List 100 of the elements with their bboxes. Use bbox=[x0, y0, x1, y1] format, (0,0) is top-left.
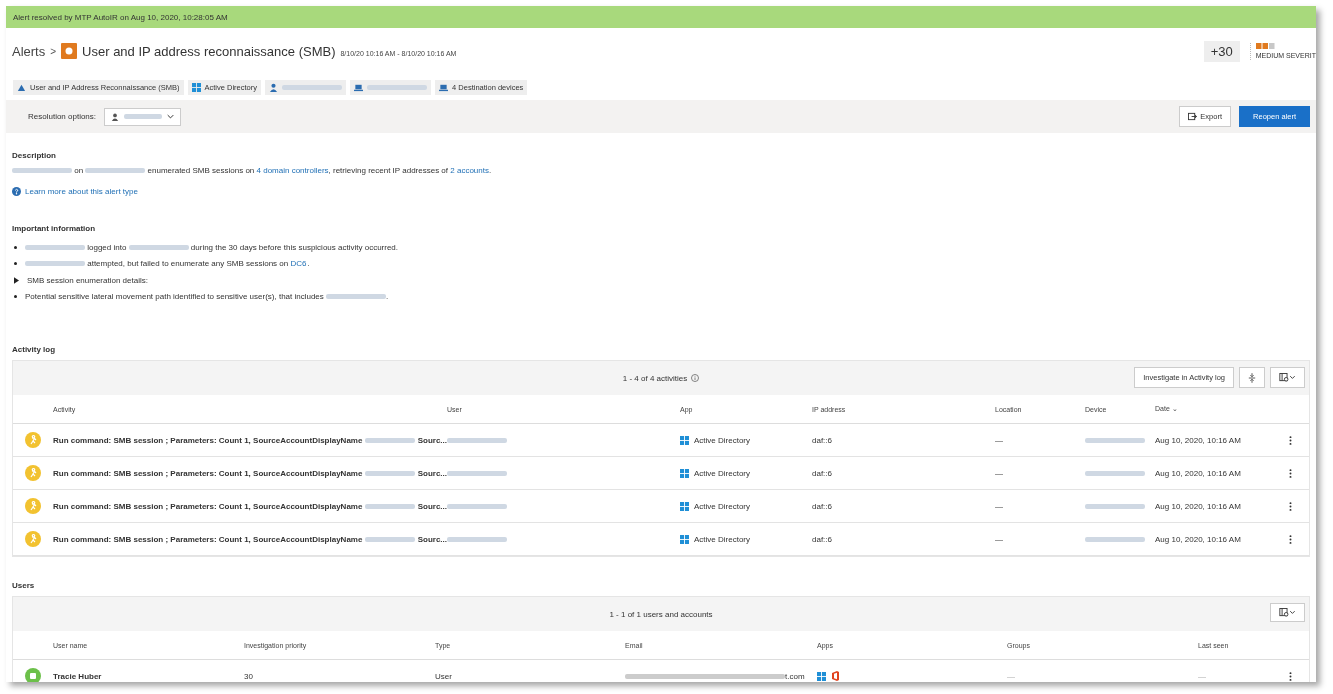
app-name: Active Directory bbox=[694, 501, 750, 511]
bullet-icon bbox=[14, 245, 17, 249]
ip-cell-text: daf::6 bbox=[812, 435, 833, 445]
more-options-icon[interactable] bbox=[1289, 533, 1292, 545]
info-link[interactable]: DC6 bbox=[290, 259, 307, 269]
priority-cell-text: 30 bbox=[244, 671, 254, 681]
more-options-icon[interactable] bbox=[1289, 500, 1292, 512]
redacted-text bbox=[447, 470, 507, 476]
location-cell-text: — bbox=[995, 501, 1004, 511]
user-name[interactable]: Tracie Huber bbox=[53, 671, 244, 681]
location-cell-text: — bbox=[995, 435, 1004, 445]
section-heading: Description bbox=[12, 151, 57, 160]
user-icon bbox=[269, 82, 279, 92]
bullet-icon bbox=[14, 295, 17, 299]
caret-right-icon[interactable] bbox=[14, 276, 19, 284]
app-name: Active Directory bbox=[694, 468, 750, 478]
section-heading: Important information bbox=[12, 224, 97, 233]
app-name: Active Directory bbox=[694, 435, 750, 445]
section-heading: Activity log bbox=[12, 345, 57, 354]
running-figure-icon bbox=[25, 531, 41, 547]
description-fragment: on bbox=[73, 166, 85, 175]
date-cell-text: Aug 10, 2020, 10:16 AM bbox=[1155, 501, 1242, 511]
activity-text: Run command: SMB session ; Parameters: Count 1, SourceAccountDisplayName bbox=[53, 534, 363, 544]
laptop-icon bbox=[354, 82, 364, 92]
alert-tag-icon bbox=[17, 82, 26, 92]
redacted-text bbox=[124, 114, 163, 119]
windows-icon bbox=[680, 435, 689, 445]
entity-tag[interactable] bbox=[350, 79, 432, 95]
ip-cell-text: daf::6 bbox=[812, 534, 833, 544]
alert-title: User and IP address reconnaissance (SMB) bbox=[82, 43, 336, 59]
alert-icon bbox=[61, 43, 78, 59]
breadcrumb-link[interactable]: Alerts bbox=[12, 43, 46, 59]
last-seen-cell-text: — bbox=[1198, 671, 1207, 681]
more-options-icon[interactable] bbox=[1289, 467, 1292, 479]
chevron-down-icon bbox=[167, 114, 175, 119]
person-icon bbox=[111, 112, 120, 121]
info-text: Potential sensitive lateral movement path identified to sensitive user(s), that includes bbox=[25, 292, 325, 302]
redacted-text bbox=[364, 503, 416, 509]
bullet-icon bbox=[14, 262, 17, 266]
export-icon bbox=[1188, 112, 1198, 121]
redacted-text bbox=[1085, 470, 1145, 476]
laptop-icon bbox=[439, 82, 449, 92]
windows-icon bbox=[680, 468, 689, 478]
date-cell-text: Aug 10, 2020, 10:16 AM bbox=[1155, 435, 1242, 445]
description-fragment: . bbox=[488, 166, 492, 175]
activity-text: Sourc... bbox=[417, 435, 447, 445]
redacted-text bbox=[1085, 503, 1145, 509]
activity-text: Run command: SMB session ; Parameters: Count 1, SourceAccountDisplayName bbox=[53, 468, 363, 478]
help-icon bbox=[12, 187, 21, 196]
breadcrumb-separator: > bbox=[50, 45, 57, 57]
running-figure-icon bbox=[25, 465, 41, 481]
banner-text: Alert resolved by MTP AutoIR on Aug 10, 2020, 10:28:05 AM bbox=[13, 12, 228, 22]
score-badge: +30 bbox=[1203, 40, 1240, 62]
windows-icon bbox=[817, 671, 826, 681]
users-count: 1 - 1 of 1 users and accounts bbox=[609, 609, 713, 619]
running-figure-icon bbox=[25, 432, 41, 448]
date-cell-text: Aug 10, 2020, 10:16 AM bbox=[1155, 468, 1242, 478]
column-options-button[interactable] bbox=[1270, 367, 1305, 388]
collapse-button[interactable] bbox=[1239, 367, 1265, 388]
redacted-text bbox=[1085, 437, 1145, 443]
columns-settings-icon bbox=[1279, 608, 1296, 617]
windows-icon bbox=[191, 82, 201, 92]
resolution-label: Resolution options: bbox=[28, 112, 97, 121]
windows-icon bbox=[680, 501, 689, 511]
redacted-text bbox=[25, 244, 85, 250]
app-name: Active Directory bbox=[694, 534, 750, 544]
activity-text: Sourc... bbox=[417, 501, 447, 511]
groups-cell-text: — bbox=[1007, 671, 1016, 681]
info-text: during the 30 days before this suspicious activity occurred. bbox=[189, 242, 399, 252]
column-options-button[interactable] bbox=[1270, 603, 1305, 622]
description-fragment: enumerated SMB sessions on bbox=[146, 166, 256, 175]
redacted-text bbox=[12, 168, 72, 173]
ip-cell-text: daf::6 bbox=[812, 501, 833, 511]
redacted-text bbox=[364, 536, 416, 542]
running-figure-icon bbox=[25, 498, 41, 514]
description-link[interactable]: 2 accounts bbox=[450, 166, 489, 175]
collapse-icon bbox=[1248, 372, 1256, 383]
windows-icon bbox=[680, 534, 689, 544]
learn-more-link[interactable]: Learn more about this alert type bbox=[25, 187, 138, 196]
email-cell: t.com bbox=[785, 671, 805, 681]
location-cell-text: — bbox=[995, 468, 1004, 478]
redacted-text bbox=[85, 168, 146, 173]
info-text: . bbox=[307, 259, 310, 269]
redacted-text bbox=[447, 536, 507, 542]
activity-text: Sourc... bbox=[417, 468, 447, 478]
more-options-icon[interactable] bbox=[1289, 434, 1292, 446]
type-cell-text: User bbox=[435, 671, 453, 681]
location-cell-text: — bbox=[995, 534, 1004, 544]
redacted-text bbox=[447, 437, 507, 443]
info-text: SMB session enumeration details: bbox=[27, 275, 148, 285]
info-icon bbox=[691, 374, 700, 382]
columns-settings-icon bbox=[1279, 373, 1296, 382]
info-text: logged into bbox=[86, 242, 128, 252]
description-link[interactable]: 4 domain controllers bbox=[256, 166, 329, 175]
more-options-icon[interactable] bbox=[1289, 670, 1292, 682]
redacted-text bbox=[364, 437, 416, 443]
activity-count: 1 - 4 of 4 activities bbox=[622, 373, 688, 383]
redacted-text bbox=[25, 261, 85, 267]
info-text: . bbox=[386, 292, 389, 302]
redacted-text bbox=[128, 244, 189, 250]
